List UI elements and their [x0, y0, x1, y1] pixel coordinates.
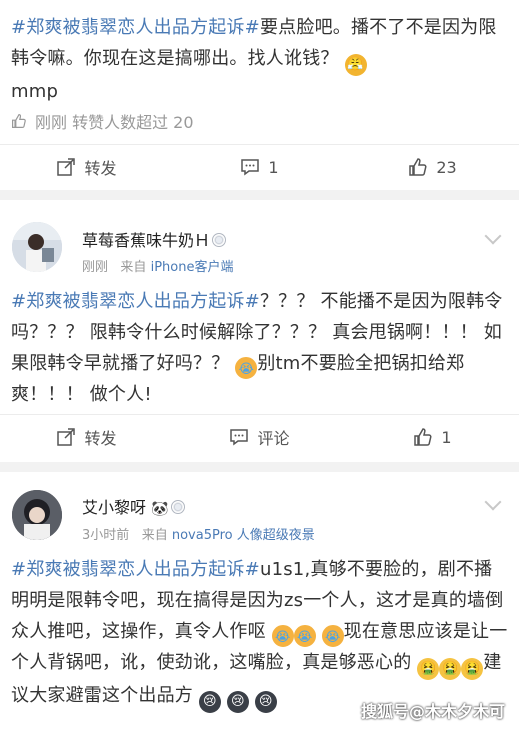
post-1-action-bar: 转发 1 23: [0, 146, 519, 188]
avatar[interactable]: [12, 222, 62, 272]
crying-face-icon: 😭: [293, 625, 316, 647]
post-card-3: 艾小黎呀 🐼 3小时前 来自 nova5Pro 人像超级夜景 #郑爽被翡翠恋人出…: [0, 472, 519, 730]
angry-face-icon: 😤: [344, 54, 367, 76]
panda-icon: 🐼: [151, 501, 169, 517]
post-card-2: 草莓香蕉味牛奶Ｈ 刚刚 来自 iPhone客户端 #郑爽被翡翠恋人出品方起诉#？…: [0, 200, 519, 462]
hashtag-link[interactable]: #郑爽被翡翠恋人出品方起诉#: [11, 17, 260, 38]
avatar[interactable]: [12, 490, 62, 540]
source-link[interactable]: iPhone客户端: [151, 260, 234, 275]
repost-icon: [57, 428, 76, 446]
thumb-up-icon: [409, 158, 427, 176]
repost-note: 刚刚 转赞人数超过 20: [11, 109, 194, 133]
comment-button[interactable]: 1: [173, 157, 346, 177]
member-badge-icon: [170, 500, 185, 514]
vomit-face-icon: 🤮: [461, 658, 484, 680]
repost-icon: [57, 158, 76, 176]
post-3-text: #郑爽被翡翠恋人出品方起诉#u1s1,真够不要脸的，剧不播明明是限韩令吧，现在搞…: [0, 554, 519, 713]
avatar-image: [12, 222, 62, 272]
source-link[interactable]: nova5Pro 人像超级夜景: [172, 528, 315, 543]
username[interactable]: 草莓香蕉味牛奶Ｈ: [82, 227, 227, 251]
comment-button[interactable]: 评论: [173, 425, 346, 449]
like-button[interactable]: 1: [346, 427, 519, 447]
crying-face-icon: 😭: [321, 625, 344, 647]
post-meta: 3小时前 来自 nova5Pro 人像超级夜景: [82, 528, 315, 543]
hashtag-link[interactable]: #郑爽被翡翠恋人出品方起诉#: [11, 291, 260, 312]
thumb-up-icon: [12, 113, 26, 128]
vomit-face-icon: 🤮: [417, 658, 440, 680]
post-meta: 刚刚 来自 iPhone客户端: [82, 260, 234, 275]
vomit-face-icon: 🤮: [439, 658, 462, 680]
username[interactable]: 艾小黎呀 🐼: [82, 494, 185, 518]
chevron-down-icon[interactable]: [484, 493, 502, 511]
thumb-up-icon: [414, 428, 432, 446]
repost-button[interactable]: 转发: [0, 425, 173, 449]
crying-face-icon: 😭: [271, 625, 294, 647]
like-button[interactable]: 23: [346, 157, 519, 177]
post-1-text: #郑爽被翡翠恋人出品方起诉#要点脸吧。播不了不是因为限韩令嘛。你现在这是搞哪出。…: [11, 17, 497, 102]
member-badge-icon: [212, 233, 227, 247]
sad-eyes-icon: 😢: [226, 691, 249, 713]
watermark: 搜狐号@木木夕木可: [360, 702, 505, 721]
sad-eyes-icon: 😢: [254, 691, 277, 713]
hashtag-link[interactable]: #郑爽被翡翠恋人出品方起诉#: [11, 559, 260, 580]
post-card-1: #郑爽被翡翠恋人出品方起诉#要点脸吧。播不了不是因为限韩令嘛。你现在这是搞哪出。…: [0, 0, 519, 190]
post-2-action-bar: 转发 评论 1: [0, 416, 519, 458]
crying-face-icon: 😭: [235, 357, 258, 379]
sad-eyes-icon: 😢: [198, 691, 221, 713]
comment-icon: [230, 429, 249, 446]
post-2-text: #郑爽被翡翠恋人出品方起诉#？？？ 不能播不是因为限韩令吗？？？ 限韩令什么时候…: [11, 291, 503, 405]
chevron-down-icon[interactable]: [484, 227, 502, 245]
repost-button[interactable]: 转发: [0, 155, 173, 179]
avatar-image: [12, 490, 62, 540]
comment-icon: [241, 159, 260, 176]
